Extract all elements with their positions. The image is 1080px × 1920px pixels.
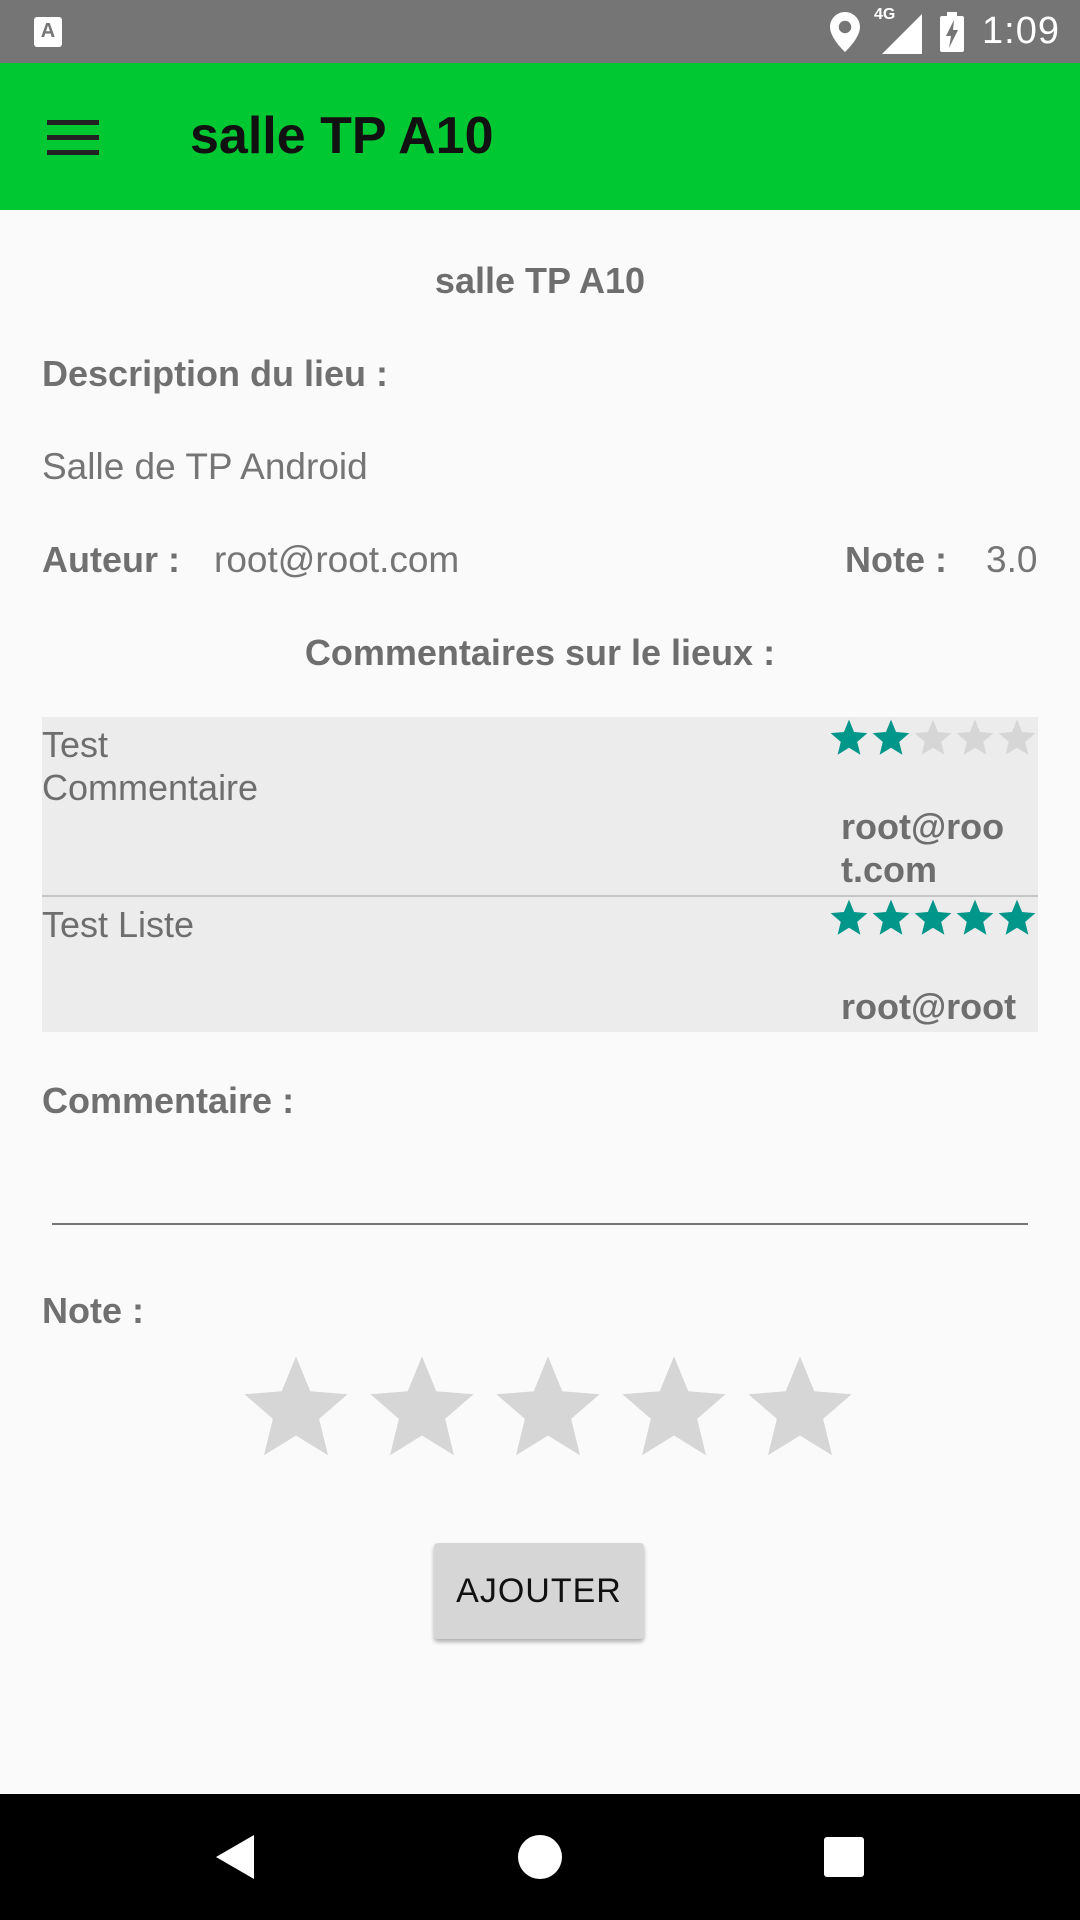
author-label: Auteur : (42, 539, 180, 580)
rating-star-2[interactable] (359, 1345, 485, 1471)
back-button[interactable] (206, 1827, 266, 1887)
star-icon (622, 1356, 726, 1456)
rating-star-1[interactable] (233, 1345, 359, 1471)
comment-item[interactable]: Test Commentaire root@root.com (42, 717, 1038, 897)
star-icon (244, 1356, 348, 1456)
star-filled-icon (872, 899, 910, 935)
note-value: 3.0 (986, 539, 1038, 580)
home-icon (518, 1835, 562, 1879)
navigation-bar (0, 1794, 1080, 1920)
star-icon (496, 1356, 600, 1456)
comment-text: Test Commentaire (42, 724, 259, 808)
star-filled-icon (872, 719, 910, 755)
notification-app-icon: A (34, 17, 62, 47)
app-bar: salle TP A10 (0, 63, 1080, 210)
comment-rating (828, 897, 1038, 939)
location-icon (830, 11, 861, 52)
status-icons: 4G 1:09 (830, 0, 1060, 63)
recents-button[interactable] (814, 1827, 874, 1887)
network-type-label: 4G (874, 5, 896, 23)
comment-rating (828, 717, 1038, 759)
star-empty-icon (914, 719, 952, 755)
back-icon (216, 1835, 254, 1879)
home-button[interactable] (510, 1827, 570, 1887)
signal-icon: 4G (874, 6, 923, 54)
star-icon (370, 1356, 474, 1456)
star-filled-icon (914, 899, 952, 935)
star-empty-icon (956, 719, 994, 755)
menu-button[interactable] (36, 103, 110, 173)
comment-author: root@root (841, 986, 1017, 1027)
star-empty-icon (998, 719, 1036, 755)
hamburger-menu-icon (47, 120, 99, 155)
description-label: Description du lieu : (42, 353, 389, 394)
comments-list[interactable]: Test Commentaire root@root.com Test List… (42, 717, 1038, 1032)
star-filled-icon (956, 899, 994, 935)
author-value: root@root.com (214, 539, 460, 580)
comment-item[interactable]: Test Liste root@root (42, 897, 1038, 1032)
rating-star-4[interactable] (611, 1345, 737, 1471)
rating-label: Note : (42, 1290, 144, 1331)
comment-text: Test Liste (42, 904, 195, 945)
battery-charging-icon (940, 11, 965, 52)
add-button[interactable]: AJOUTER (434, 1543, 644, 1639)
app-bar-title: salle TP A10 (190, 107, 494, 165)
comment-input[interactable] (52, 1155, 1028, 1225)
recents-icon (824, 1837, 864, 1877)
star-icon (748, 1356, 852, 1456)
star-filled-icon (830, 719, 868, 755)
comment-form-label: Commentaire : (42, 1080, 295, 1121)
status-bar: A 4G 1:09 (0, 0, 1080, 63)
description-value: Salle de TP Android (42, 446, 368, 487)
status-time: 1:09 (982, 10, 1060, 52)
rating-bar[interactable] (233, 1345, 863, 1471)
comments-heading: Commentaires sur le lieux : (304, 632, 776, 673)
rating-star-3[interactable] (485, 1345, 611, 1471)
place-title: salle TP A10 (434, 260, 646, 301)
star-filled-icon (998, 899, 1036, 935)
comment-author: root@root.com (841, 806, 1005, 890)
rating-star-5[interactable] (737, 1345, 863, 1471)
note-label: Note : (845, 539, 947, 580)
star-filled-icon (830, 899, 868, 935)
